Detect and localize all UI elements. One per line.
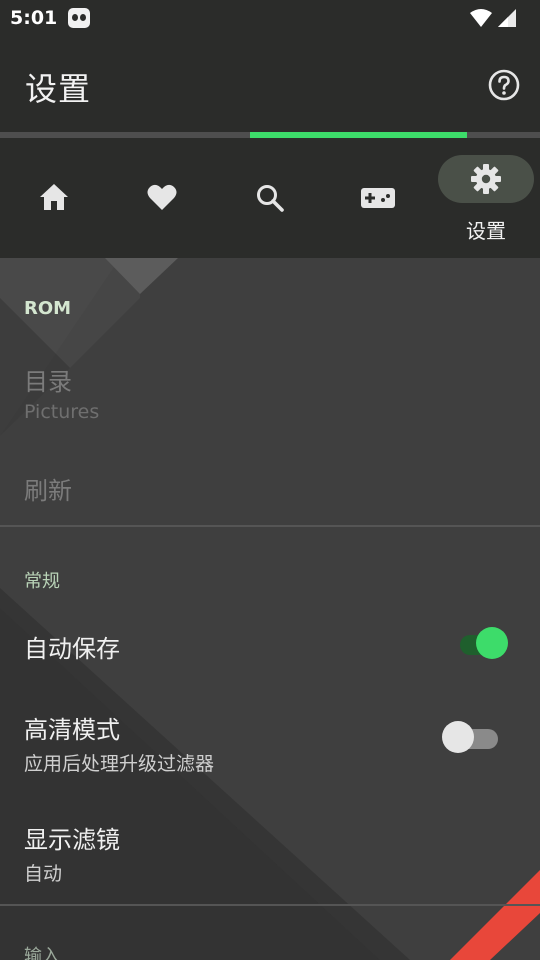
hd-mode-toggle[interactable] (442, 719, 508, 759)
setting-autosave-title: 自动保存 (24, 635, 120, 663)
section-general: 常规 (24, 571, 60, 592)
app-bar: 设置 (0, 38, 540, 132)
settings-list[interactable]: ROM 目录 Pictures 刷新 常规 自动保存 高清模式 应用后处理升级过… (0, 258, 540, 960)
nav-item-settings-label: 设置 (466, 219, 506, 243)
nav-item-favorites[interactable] (112, 138, 212, 258)
heart-icon (147, 184, 177, 210)
setting-show-filter-value: 自动 (24, 863, 63, 885)
section-rom: ROM (24, 298, 72, 319)
setting-directory[interactable]: 目录 Pictures (24, 362, 99, 423)
setting-hd-mode[interactable]: 高清模式 应用后处理升级过滤器 (24, 710, 214, 776)
toggle-thumb (442, 721, 474, 753)
search-icon (257, 185, 284, 212)
navigation-bar: 设置 (0, 138, 540, 258)
nav-item-search[interactable] (220, 138, 320, 258)
divider (0, 525, 540, 527)
status-bar: 5:01 (0, 0, 540, 38)
nav-item-settings[interactable] (438, 155, 534, 203)
help-icon[interactable] (488, 69, 520, 101)
setting-directory-title: 目录 (24, 368, 72, 396)
setting-show-filter[interactable]: 显示滤镜 自动 (24, 820, 120, 886)
page-title: 设置 (25, 70, 92, 108)
setting-refresh[interactable]: 刷新 (24, 471, 72, 506)
screen: 5:01 设置 设置 ROM 目录 Pictures 刷新 常规 自动保存 高清… (0, 0, 540, 960)
setting-autosave[interactable]: 自动保存 (24, 629, 120, 664)
setting-show-filter-title: 显示滤镜 (24, 826, 120, 854)
wifi-signal-icon (470, 9, 516, 27)
setting-refresh-title: 刷新 (24, 477, 72, 505)
nav-item-games[interactable] (328, 138, 428, 258)
setting-hd-mode-title: 高清模式 (24, 716, 120, 744)
gamepad-icon (361, 188, 395, 208)
gear-icon (471, 164, 501, 194)
divider (0, 904, 540, 906)
section-input: 输入 (24, 946, 60, 960)
status-time: 5:01 (10, 7, 58, 29)
nav-item-home[interactable] (4, 138, 104, 258)
setting-hd-mode-subtitle: 应用后处理升级过滤器 (24, 753, 215, 775)
toggle-thumb (476, 627, 508, 659)
home-icon (40, 184, 68, 210)
notification-app-icon (68, 8, 90, 28)
autosave-toggle[interactable] (454, 625, 514, 665)
setting-directory-value: Pictures (24, 401, 100, 423)
